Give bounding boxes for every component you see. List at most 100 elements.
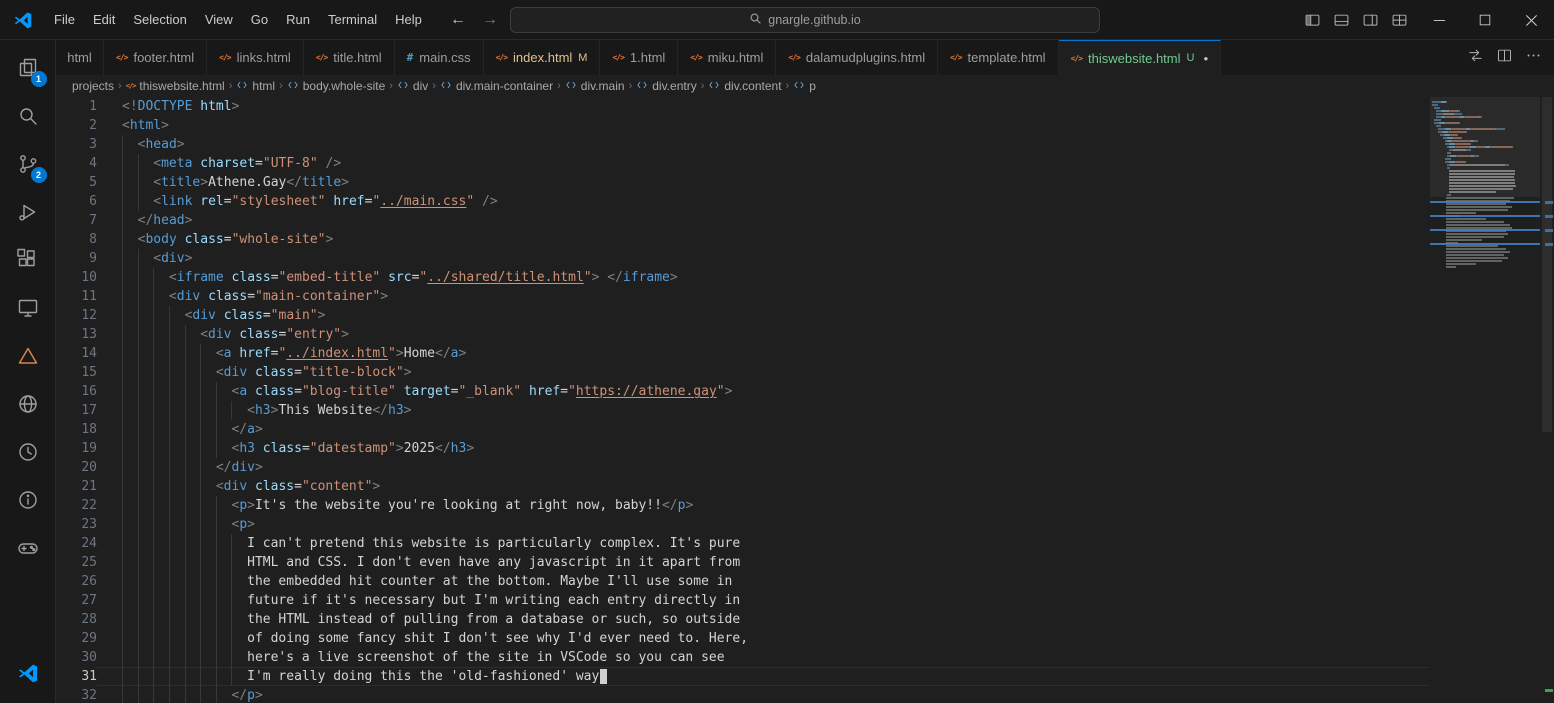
menu-help[interactable]: Help [386, 0, 431, 40]
code-line-7[interactable]: 7</head> [56, 211, 1430, 230]
code-line-5[interactable]: 5<title>Athene.Gay</title> [56, 173, 1430, 192]
activity-remote-explorer-icon[interactable] [4, 284, 52, 332]
code-line-6[interactable]: 6<link rel="stylesheet" href="../main.cs… [56, 192, 1430, 211]
menu-view[interactable]: View [196, 0, 242, 40]
code-line-11[interactable]: 11<div class="main-container"> [56, 287, 1430, 306]
breadcrumb-item-div[interactable]: div [397, 79, 428, 94]
menu-file[interactable]: File [45, 0, 84, 40]
dirty-dot-icon[interactable]: ● [1203, 54, 1208, 63]
code-line-4[interactable]: 4<meta charset="UTF-8" /> [56, 154, 1430, 173]
code-line-12[interactable]: 12<div class="main"> [56, 306, 1430, 325]
code-line-9[interactable]: 9<div> [56, 249, 1430, 268]
line-number: 20 [56, 458, 97, 477]
tab-dalamudplugins.html[interactable]: </>dalamudplugins.html [776, 40, 938, 75]
toggle-secondary-sidebar-icon[interactable] [1362, 12, 1379, 29]
close-button[interactable] [1508, 0, 1554, 40]
activity-info-icon[interactable] [4, 476, 52, 524]
file-css-icon: # [407, 51, 414, 64]
command-center[interactable]: gnargle.github.io [510, 7, 1100, 33]
tab-miku.html[interactable]: </>miku.html [678, 40, 776, 75]
breadcrumb-item-div.main[interactable]: div.main [565, 79, 625, 94]
menu-edit[interactable]: Edit [84, 0, 124, 40]
code-line-32[interactable]: 32</p> [56, 686, 1430, 703]
tab-footer.html[interactable]: </>footer.html [104, 40, 207, 75]
menu-selection[interactable]: Selection [124, 0, 195, 40]
code-line-10[interactable]: 10<iframe class="embed-title" src="../sh… [56, 268, 1430, 287]
toggle-sidebar-icon[interactable] [1304, 12, 1321, 29]
code-line-18[interactable]: 18</a> [56, 420, 1430, 439]
breadcrumb-item-html[interactable]: html [236, 79, 275, 94]
code-line-31[interactable]: 31I'm really doing this the 'old-fashion… [56, 667, 1430, 686]
code-line-13[interactable]: 13<div class="entry"> [56, 325, 1430, 344]
code-line-15[interactable]: 15<div class="title-block"> [56, 363, 1430, 382]
code-line-16[interactable]: 16<a class="blog-title" target="_blank" … [56, 382, 1430, 401]
activity-extensions-icon[interactable] [4, 236, 52, 284]
tab-template.html[interactable]: </>template.html [938, 40, 1059, 75]
vscode-profile-logo-icon[interactable] [4, 653, 52, 693]
activity-history-icon[interactable] [4, 428, 52, 476]
customize-layout-icon[interactable] [1391, 12, 1408, 29]
minimize-button[interactable] [1416, 0, 1462, 40]
tab-main.css[interactable]: #main.css [395, 40, 484, 75]
editor[interactable]: 1<!DOCTYPE html>2<html>3<head>4<meta cha… [56, 97, 1554, 703]
toggle-panel-icon[interactable] [1333, 12, 1350, 29]
menu-run[interactable]: Run [277, 0, 319, 40]
code-line-19[interactable]: 19<h3 class="datestamp">2025</h3> [56, 439, 1430, 458]
breadcrumb-item-p[interactable]: p [793, 79, 816, 94]
code-line-3[interactable]: 3<head> [56, 135, 1430, 154]
code-line-30[interactable]: 30here's a live screenshot of the site i… [56, 648, 1430, 667]
tab-index.html[interactable]: </>index.htmlM [484, 40, 601, 75]
menu-go[interactable]: Go [242, 0, 277, 40]
code-line-25[interactable]: 25HTML and CSS. I don't even have any ja… [56, 553, 1430, 572]
code-line-2[interactable]: 2<html> [56, 116, 1430, 135]
activity-search-icon[interactable] [4, 92, 52, 140]
activity-ext-triangle-icon[interactable] [4, 332, 52, 380]
breadcrumb-item-body.whole-site[interactable]: body.whole-site [287, 79, 386, 94]
activity-source-control-icon[interactable]: 2 [4, 140, 52, 188]
vertical-scrollbar[interactable] [1540, 97, 1554, 703]
code-line-21[interactable]: 21<div class="content"> [56, 477, 1430, 496]
minimap[interactable] [1430, 97, 1540, 703]
code-line-17[interactable]: 17<h3>This Website</h3> [56, 401, 1430, 420]
code-line-29[interactable]: 29of doing some fancy shit I don't see w… [56, 629, 1430, 648]
code-line-20[interactable]: 20</div> [56, 458, 1430, 477]
scrollbar-slider[interactable] [1542, 97, 1552, 432]
symbol-element-icon [397, 79, 409, 94]
code-line-28[interactable]: 28the HTML instead of pulling from a dat… [56, 610, 1430, 629]
tab-links.html[interactable]: </>links.html [207, 40, 304, 75]
code-line-27[interactable]: 27future if it's necessary but I'm writi… [56, 591, 1430, 610]
breadcrumb-item-thiswebsite.html[interactable]: </>thiswebsite.html [126, 79, 225, 93]
tab-html[interactable]: html [56, 40, 104, 75]
breadcrumb: projects›</>thiswebsite.html›html›body.w… [56, 75, 1554, 97]
open-changes-icon[interactable] [1467, 47, 1484, 69]
overview-ruler-mark [1545, 229, 1553, 232]
breadcrumb-item-div.entry[interactable]: div.entry [636, 79, 696, 94]
activity-gamepad-icon[interactable] [4, 524, 52, 572]
symbol-element-icon [565, 79, 577, 94]
tab-thiswebsite.html[interactable]: </>thiswebsite.htmlU● [1059, 40, 1222, 75]
code-line-14[interactable]: 14<a href="../index.html">Home</a> [56, 344, 1430, 363]
breadcrumb-item-div.main-container[interactable]: div.main-container [440, 79, 553, 94]
breadcrumb-item-div.content[interactable]: div.content [708, 79, 781, 94]
forward-arrow-icon[interactable]: → [482, 11, 498, 29]
code-line-23[interactable]: 23<p> [56, 515, 1430, 534]
code-line-8[interactable]: 8<body class="whole-site"> [56, 230, 1430, 249]
breadcrumb-item-projects[interactable]: projects [72, 79, 114, 93]
code-line-24[interactable]: 24I can't pretend this website is partic… [56, 534, 1430, 553]
maximize-button[interactable] [1462, 0, 1508, 40]
tabs: html</>footer.html</>links.html</>title.… [56, 40, 1455, 75]
activity-globe-icon[interactable] [4, 380, 52, 428]
activity-run-debug-icon[interactable] [4, 188, 52, 236]
minimap-slider[interactable] [1430, 97, 1540, 197]
code-line-26[interactable]: 26the embedded hit counter at the bottom… [56, 572, 1430, 591]
line-number: 15 [56, 363, 97, 382]
activity-explorer-icon[interactable]: 1 [4, 44, 52, 92]
more-actions-icon[interactable] [1525, 47, 1542, 69]
split-editor-icon[interactable] [1496, 47, 1513, 69]
tab-title.html[interactable]: </>title.html [304, 40, 395, 75]
tab-1.html[interactable]: </>1.html [600, 40, 678, 75]
menu-terminal[interactable]: Terminal [319, 0, 386, 40]
back-arrow-icon[interactable]: ← [450, 11, 466, 29]
code-line-22[interactable]: 22<p>It's the website you're looking at … [56, 496, 1430, 515]
code-line-1[interactable]: 1<!DOCTYPE html> [56, 97, 1430, 116]
